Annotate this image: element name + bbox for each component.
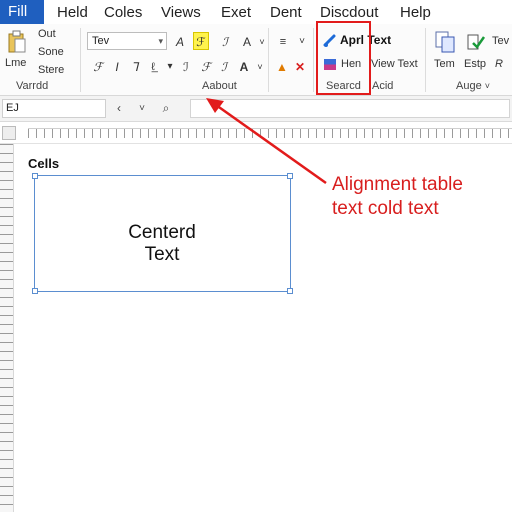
document-icon[interactable] [434, 30, 456, 54]
subscript-icon[interactable]: ℐ [178, 58, 194, 76]
tev-button[interactable]: Tev [492, 35, 509, 47]
chevron-down-icon: ▾ [158, 36, 163, 46]
divider [313, 28, 314, 92]
menu-views[interactable]: Views [161, 0, 201, 24]
divider [80, 28, 81, 92]
tem-button[interactable]: Tem [434, 58, 455, 70]
formula-input[interactable] [190, 99, 510, 118]
close-icon[interactable]: ✕ [292, 58, 308, 76]
ruler-ticks [28, 128, 512, 138]
cell-text-line: Text [144, 244, 180, 265]
auge-group-label: Auge ˅ [456, 80, 491, 92]
page-heading: Cells [28, 156, 60, 171]
bold-icon[interactable]: A [236, 58, 252, 76]
font-name-combo[interactable]: Tev ▾ [87, 32, 167, 50]
cell-text: Centerd Text [35, 222, 289, 266]
cell-text-line: Centerd [128, 222, 196, 243]
formula-bar: EJ ‹ ˅ ⌕ [0, 96, 512, 122]
grow-font-icon[interactable]: A [172, 33, 188, 51]
divider [425, 28, 426, 92]
annotation-text: Alignment table text cold text [332, 173, 463, 221]
italic-icon[interactable]: I [109, 58, 125, 76]
align-lines-icon[interactable]: ≡ [275, 33, 291, 51]
chevron-down-icon[interactable]: ˅ [252, 58, 268, 76]
warning-icon[interactable]: ▲ [274, 58, 290, 76]
paste-icon[interactable] [7, 30, 27, 54]
highlight-icon[interactable]: ℱ [193, 32, 209, 50]
clipboard-group-label: Varrdd [16, 80, 49, 92]
resize-handle[interactable] [32, 173, 38, 179]
font-style-icon[interactable]: ℐ [217, 33, 233, 51]
estp-button[interactable]: Estp [464, 58, 486, 70]
menu-exet[interactable]: Exet [221, 0, 251, 24]
resize-handle[interactable] [287, 173, 293, 179]
resize-handle[interactable] [287, 288, 293, 294]
menu-bar: Fill Held Coles Views Exet Dent Discdout… [0, 0, 512, 24]
font-group-label: Aabout [202, 80, 237, 92]
cut-button[interactable]: Out [38, 28, 56, 40]
chevron-down-icon[interactable]: ˅ [133, 99, 151, 118]
underline-icon[interactable]: Ꞁ [127, 58, 143, 76]
chevron-down-icon[interactable]: ˅ [294, 33, 310, 51]
dropdown-arrow-icon[interactable]: ▾ [162, 58, 178, 76]
menu-coles[interactable]: Coles [104, 0, 142, 24]
chevron-left-icon[interactable]: ‹ [110, 99, 128, 118]
format-f-icon[interactable]: ℱ [90, 58, 106, 76]
menu-file[interactable]: Fill [0, 0, 44, 24]
menu-help[interactable]: Help [400, 0, 431, 24]
name-box[interactable]: EJ [2, 99, 106, 118]
checkmark-icon[interactable] [466, 32, 486, 52]
r-button[interactable]: R [495, 58, 503, 70]
divider [268, 28, 269, 92]
resize-handle[interactable] [32, 288, 38, 294]
font-name-value: Tev [92, 35, 110, 47]
ruler-corner[interactable] [2, 126, 16, 140]
table-cell[interactable]: Centerd Text [32, 173, 293, 294]
annotation-line: text cold text [332, 198, 439, 219]
vertical-ruler [0, 144, 14, 512]
superscript-icon[interactable]: ℱ [198, 58, 214, 76]
font-color-icon[interactable]: A [239, 33, 255, 51]
ribbon: Lme Out Sone Stere Varrdd Tev ▾ A ℱ ℐ A … [0, 24, 512, 96]
text-effects-icon[interactable]: ℓ̲ [145, 58, 161, 76]
search-icon[interactable]: ⌕ [157, 99, 175, 118]
paste-button[interactable]: Lme [5, 57, 26, 69]
horizontal-ruler [0, 122, 512, 144]
highlight-box [316, 21, 371, 95]
view-text-button[interactable]: View Text [371, 58, 418, 70]
annotation-line: Alignment table [332, 174, 463, 195]
copy-button[interactable]: Sone [38, 46, 64, 58]
menu-dent[interactable]: Dent [270, 0, 302, 24]
acid-group-label: Acid [372, 80, 394, 92]
format-painter-button[interactable]: Stere [38, 64, 64, 76]
menu-held[interactable]: Held [57, 0, 88, 24]
strikethrough-icon[interactable]: ℐ [216, 58, 232, 76]
